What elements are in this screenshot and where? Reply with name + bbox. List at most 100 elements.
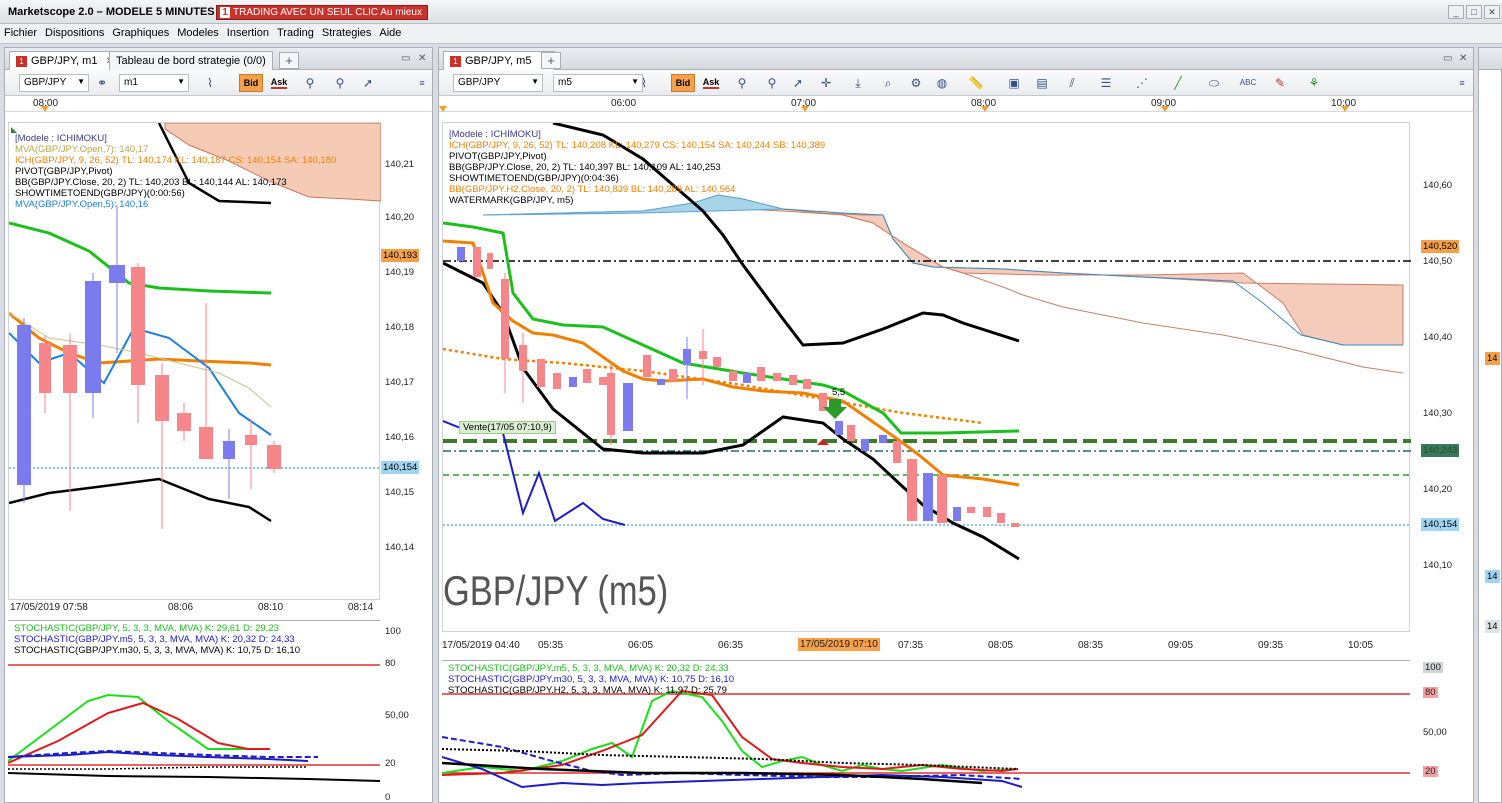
add-tab-button[interactable]: + bbox=[541, 52, 561, 69]
right-price-axis: 140,60 140,50 140,40 140,30 140,20 140,1… bbox=[1411, 122, 1473, 632]
left-price-chart[interactable]: [Modele : ICHIMOKU] MVA(GBP/JPY.Open,7):… bbox=[8, 122, 381, 600]
zoom-out-icon[interactable]: ⚲ bbox=[331, 75, 349, 91]
toolbar-more-icon[interactable]: ≡ bbox=[413, 75, 431, 91]
chart-type-icon[interactable]: ⌇ bbox=[635, 75, 653, 91]
link-icon[interactable]: ⚭ bbox=[93, 75, 111, 91]
crosshair-icon[interactable]: ✛ bbox=[817, 75, 835, 91]
indicator-label: MVA(GBP/JPY.Open,7): 140,17 bbox=[15, 144, 149, 155]
restore-button[interactable]: □ bbox=[1466, 5, 1482, 19]
ask-button[interactable]: Ask bbox=[699, 74, 723, 92]
oscillator-label: STOCHASTIC(GBP/JPY.H2, 5, 3, 3, MVA, MVA… bbox=[448, 685, 727, 696]
osc-tick: 80 bbox=[385, 658, 396, 669]
bid-price-tag: 140,154 bbox=[381, 461, 420, 474]
settings-icon[interactable]: ⚙ bbox=[907, 75, 925, 91]
tab-label: GBP/JPY, m1 bbox=[31, 55, 98, 67]
zoom-in-icon[interactable]: ⚲ bbox=[733, 75, 751, 91]
fib-icon[interactable]: ⋰ bbox=[1133, 75, 1151, 91]
price-tick: 140,20 bbox=[385, 212, 415, 223]
trading-badge-icon: 1 bbox=[16, 55, 27, 67]
chevron-down-icon: ▼ bbox=[177, 77, 185, 86]
panel-restore-icon[interactable]: ▭ bbox=[401, 53, 410, 64]
time-label: 06:35 bbox=[718, 640, 744, 651]
ask-label: Ask bbox=[270, 77, 288, 89]
timeframe-select[interactable]: m5 ▼ bbox=[553, 74, 643, 92]
ellipse-icon[interactable]: ⬭ bbox=[1205, 75, 1223, 91]
menu-strategies[interactable]: Strategies bbox=[318, 24, 376, 42]
menu-bar: Fichier Dispositions Graphiques Modeles Inse… bbox=[0, 24, 1502, 44]
right-tab-bar: 1GBP/JPY, m5✕ + ▭ ✕ bbox=[439, 48, 1473, 70]
panel-restore-icon[interactable]: ▭ bbox=[1443, 53, 1452, 64]
chart-type-icon[interactable]: ⌇ bbox=[201, 75, 219, 91]
toolbar-more-icon[interactable]: ≡ bbox=[1453, 75, 1471, 91]
price-tick: 140,30 bbox=[1423, 408, 1453, 419]
ask-button[interactable]: Ask bbox=[267, 74, 291, 92]
image-icon[interactable]: ▣ bbox=[1005, 75, 1023, 91]
time-label: 08:14 bbox=[348, 602, 374, 613]
cursor-icon[interactable]: ➚ bbox=[359, 75, 377, 91]
menu-graphiques[interactable]: Graphiques bbox=[108, 24, 173, 42]
globe-icon[interactable]: ◍ bbox=[933, 75, 951, 91]
osc-tick: 80 bbox=[1423, 687, 1438, 698]
trendline-icon[interactable]: ╱ bbox=[1169, 75, 1187, 91]
indicator-label: [Modele : ICHIMOKU] bbox=[449, 129, 541, 140]
text-tool-icon[interactable]: ABC bbox=[1239, 75, 1257, 91]
right-indicator-legend: [Modele : ICHIMOKU] ICH(GBP/JPY, 9, 26, … bbox=[449, 129, 825, 206]
indicator-label: BB(GBP/JPY.Close, 20, 2) TL: 140,397 BL:… bbox=[449, 162, 721, 173]
tab-gbpjpy-m5[interactable]: 1GBP/JPY, m5✕ bbox=[443, 51, 555, 70]
right-oscillator-pane[interactable]: STOCHASTIC(GBP/JPY.m5, 5, 3, 3, MVA, MVA… bbox=[442, 660, 1410, 802]
search-chart-icon[interactable]: ⌕ bbox=[879, 75, 897, 91]
bid-button[interactable]: Bid bbox=[239, 74, 263, 92]
time-label: 08:10 bbox=[258, 602, 284, 613]
trading-badge-icon: 1 bbox=[220, 7, 230, 18]
menu-aide[interactable]: Aide bbox=[375, 24, 405, 42]
panel-close-icon[interactable]: ✕ bbox=[1459, 53, 1467, 64]
osc-tick: 20 bbox=[1423, 766, 1438, 777]
fan-icon[interactable]: ⫽ bbox=[1063, 75, 1081, 91]
cursor-icon[interactable]: ➚ bbox=[789, 75, 807, 91]
right-chart-panel: 1GBP/JPY, m5✕ + ▭ ✕ GBP/JPY▼ ⚭ m5▼ ⌇ Bid… bbox=[438, 47, 1474, 803]
eraser-icon[interactable]: ✎ bbox=[1271, 75, 1289, 91]
close-button[interactable]: ✕ bbox=[1484, 5, 1500, 19]
left-tab-bar: 1 GBP/JPY, m1 ✕ Tableau de bord strategie … bbox=[5, 48, 432, 70]
time-label: 17/05/2019 07:58 bbox=[10, 602, 88, 613]
table-icon[interactable]: ▤ bbox=[1033, 75, 1051, 91]
instrument-value: GBP/JPY bbox=[24, 77, 67, 88]
panel-close-icon[interactable]: ✕ bbox=[418, 53, 426, 64]
left-oscillator-axis: 100 80 50,00 20 0 bbox=[381, 620, 431, 803]
left-oscillator-pane[interactable]: STOCHASTIC(GBP/JPY, 5, 3, 3, MVA, MVA) K… bbox=[8, 620, 380, 802]
tab-strategy-dashboard[interactable]: Tableau de bord strategie (0/0) bbox=[109, 51, 273, 70]
left-price-axis: 140,21 140,20 140,19 140,18 140,17 140,1… bbox=[381, 122, 431, 600]
session-marker-icon bbox=[801, 106, 809, 112]
menu-fichier[interactable]: Fichier bbox=[0, 24, 41, 42]
price-tick: 140,60 bbox=[1423, 180, 1453, 191]
minimize-button[interactable]: _ bbox=[1448, 5, 1464, 19]
time-label: 10:05 bbox=[1348, 640, 1374, 651]
instrument-select[interactable]: GBP/JPY ▼ bbox=[453, 74, 543, 92]
menu-modeles[interactable]: Modeles bbox=[173, 24, 223, 42]
menu-dispositions[interactable]: Dispositions bbox=[41, 24, 108, 42]
menu-insertion[interactable]: Insertion bbox=[223, 24, 273, 42]
ask-price-tag: 140,520 bbox=[1421, 240, 1460, 253]
indicator-label: MVA(GBP/JPY.Open,5): 140,16 bbox=[15, 199, 149, 210]
tree-icon[interactable]: ⚘ bbox=[1305, 75, 1323, 91]
right-price-chart[interactable]: [Modele : ICHIMOKU] ICH(GBP/JPY, 9, 26, … bbox=[442, 122, 1411, 632]
zoom-in-icon[interactable]: ⚲ bbox=[301, 75, 319, 91]
one-click-trading-banner[interactable]: 1 TRADING AVEC UN SEUL CLIC Au mieux bbox=[216, 5, 428, 20]
right-oscillator-axis: 100 80 50,00 20 bbox=[1411, 660, 1473, 802]
lines-icon[interactable]: ☰ bbox=[1097, 75, 1115, 91]
time-label: 08:35 bbox=[1078, 640, 1104, 651]
tab-gbpjpy-m1[interactable]: 1GBP/JPY, m1✕ bbox=[9, 51, 121, 70]
price-tick: 140,40 bbox=[1423, 332, 1453, 343]
trading-badge-icon: 1 bbox=[450, 55, 461, 67]
ruler-icon[interactable]: 📏 bbox=[967, 75, 985, 91]
instrument-select[interactable]: GBP/JPY ▼ bbox=[19, 74, 89, 92]
left-top-time-axis: 08:00 bbox=[5, 96, 432, 112]
bid-button[interactable]: Bid bbox=[671, 74, 695, 92]
sell-trade-label[interactable]: Vente(17/05 07:10,9) bbox=[459, 421, 556, 434]
add-tab-button[interactable]: + bbox=[279, 52, 299, 69]
menu-trading[interactable]: Trading bbox=[273, 24, 318, 42]
timeframe-select[interactable]: m1 ▼ bbox=[119, 74, 189, 92]
zoom-out-icon[interactable]: ⚲ bbox=[763, 75, 781, 91]
align-bottom-icon[interactable]: ⤓ bbox=[849, 75, 867, 91]
ask-label: Ask bbox=[702, 77, 720, 89]
